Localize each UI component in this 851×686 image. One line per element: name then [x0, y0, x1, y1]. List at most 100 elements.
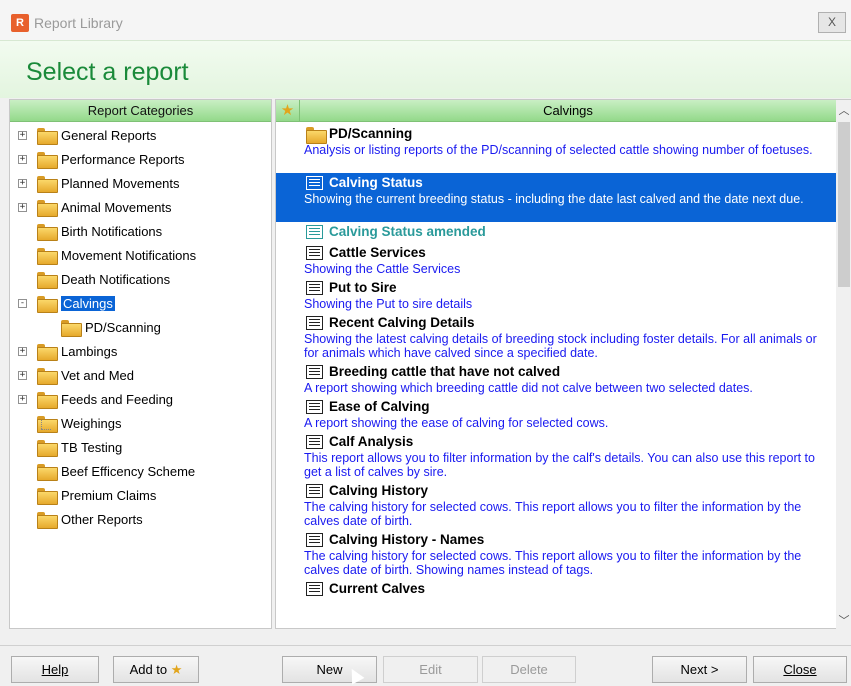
category-item[interactable]: Weighings: [10, 412, 270, 436]
folder-icon: [37, 512, 58, 529]
category-item[interactable]: + Performance Reports: [10, 148, 270, 172]
category-label: Movement Notifications: [61, 248, 197, 263]
report-title: Calving Status amended: [329, 224, 486, 239]
reports-header: Calvings: [300, 100, 836, 122]
report-title: Recent Calving Details: [329, 315, 475, 330]
collapse-icon[interactable]: -: [18, 299, 27, 308]
category-label: Premium Claims: [61, 488, 157, 503]
report-item[interactable]: Calving History - Names The calving histo…: [276, 530, 836, 579]
help-button[interactable]: Help: [11, 656, 99, 683]
report-item[interactable]: Calf Analysis This report allows you to f…: [276, 432, 836, 481]
expand-icon[interactable]: +: [18, 371, 27, 380]
report-title: Calving History - Names: [329, 532, 485, 547]
category-item[interactable]: Movement Notifications: [10, 244, 270, 268]
folder-icon: [37, 440, 58, 457]
report-icon: [306, 316, 323, 330]
scroll-thumb[interactable]: [838, 122, 850, 287]
report-item[interactable]: Calving Status Showing the current breedi…: [276, 173, 836, 222]
new-button[interactable]: New: [282, 656, 377, 683]
report-icon: [306, 246, 323, 260]
report-item[interactable]: PD/Scanning Analysis or listing reports o…: [276, 124, 836, 173]
category-label: PD/Scanning: [85, 320, 161, 335]
report-description: Analysis or listing reports of the PD/sc…: [304, 143, 813, 157]
tree-connector: [41, 429, 51, 430]
category-item[interactable]: + Lambings: [10, 340, 270, 364]
category-item[interactable]: + Vet and Med: [10, 364, 270, 388]
category-label: TB Testing: [61, 440, 123, 455]
expand-icon[interactable]: +: [18, 179, 27, 188]
report-description: Showing the current breeding status - in…: [304, 192, 804, 206]
report-item[interactable]: Breeding cattle that have not calved A re…: [276, 362, 836, 397]
category-item[interactable]: Birth Notifications: [10, 220, 270, 244]
scroll-up-icon[interactable]: ︿: [836, 102, 851, 118]
close-button[interactable]: Close: [753, 656, 847, 683]
star-icon[interactable]: ★: [276, 100, 300, 122]
category-label: Birth Notifications: [61, 224, 163, 239]
scroll-down-icon[interactable]: ﹀: [836, 612, 851, 628]
report-item[interactable]: Calving Status amended: [276, 222, 836, 243]
category-label: Lambings: [61, 344, 118, 359]
expand-icon[interactable]: +: [18, 155, 27, 164]
category-item[interactable]: TB Testing: [10, 436, 270, 460]
category-label: Animal Movements: [61, 200, 172, 215]
category-label: Death Notifications: [61, 272, 171, 287]
report-icon: [306, 484, 323, 498]
category-item[interactable]: - Calvings: [10, 292, 270, 316]
category-label: Calvings: [61, 296, 115, 311]
report-item[interactable]: Cattle Services Showing the Cattle Servic…: [276, 243, 836, 278]
page-header: Select a report: [0, 40, 851, 98]
add-to-favourites-button[interactable]: Add to ★: [113, 656, 199, 683]
report-title: Calving Status: [329, 175, 423, 190]
category-item[interactable]: Death Notifications: [10, 268, 270, 292]
report-description: The calving history for selected cows. T…: [304, 549, 802, 577]
category-item[interactable]: + Feeds and Feeding: [10, 388, 270, 412]
folder-icon: [37, 392, 58, 409]
edit-button[interactable]: Edit: [383, 656, 478, 683]
category-label: General Reports: [61, 128, 157, 143]
report-item[interactable]: Current Calves: [276, 579, 836, 600]
category-item[interactable]: + General Reports: [10, 124, 270, 148]
category-item[interactable]: Premium Claims: [10, 484, 270, 508]
category-item[interactable]: Other Reports: [10, 508, 270, 532]
report-description: Showing the Put to sire details: [304, 297, 473, 311]
folder-icon: [37, 176, 58, 193]
folder-icon: [61, 320, 82, 337]
expand-icon[interactable]: +: [18, 395, 27, 404]
folder-icon: [37, 200, 58, 217]
folder-icon: [37, 368, 58, 385]
category-label: Feeds and Feeding: [61, 392, 174, 407]
report-item[interactable]: Calving History The calving history for s…: [276, 481, 836, 530]
category-label: Planned Movements: [61, 176, 180, 191]
folder-icon: [37, 128, 58, 145]
category-item[interactable]: + Animal Movements: [10, 196, 270, 220]
folder-icon: [37, 224, 58, 241]
report-item[interactable]: Put to Sire Showing the Put to sire detai…: [276, 278, 836, 313]
report-item[interactable]: Ease of Calving A report showing the ease…: [276, 397, 836, 432]
category-item[interactable]: + Planned Movements: [10, 172, 270, 196]
report-title: Calf Analysis: [329, 434, 414, 449]
report-icon: [306, 400, 323, 414]
page-title: Select a report: [26, 58, 189, 86]
report-title: Cattle Services: [329, 245, 426, 260]
report-description: The calving history for selected cows. T…: [304, 500, 802, 528]
report-list-scrollbar[interactable]: ︿ ﹀: [836, 100, 851, 630]
expand-icon[interactable]: +: [18, 131, 27, 140]
delete-button[interactable]: Delete: [482, 656, 576, 683]
expand-icon[interactable]: +: [18, 347, 27, 356]
category-label: Beef Efficency Scheme: [61, 464, 196, 479]
category-item[interactable]: PD/Scanning: [10, 316, 270, 340]
category-item[interactable]: Beef Efficency Scheme: [10, 460, 270, 484]
report-description: Showing the latest calving details of br…: [304, 332, 817, 360]
report-icon: [306, 435, 323, 449]
report-description: Showing the Cattle Services: [304, 262, 461, 276]
add-to-label: Add to: [129, 662, 168, 677]
window-close-button[interactable]: X: [818, 12, 846, 33]
folder-icon: [37, 152, 58, 169]
report-description: A report showing which breeding cattle d…: [304, 381, 753, 395]
close-button-label: Close: [783, 662, 817, 677]
category-label: Other Reports: [61, 512, 143, 527]
divider: [0, 645, 851, 646]
report-item[interactable]: Recent Calving Details Showing the latest…: [276, 313, 836, 362]
expand-icon[interactable]: +: [18, 203, 27, 212]
next-button[interactable]: Next >: [652, 656, 747, 683]
